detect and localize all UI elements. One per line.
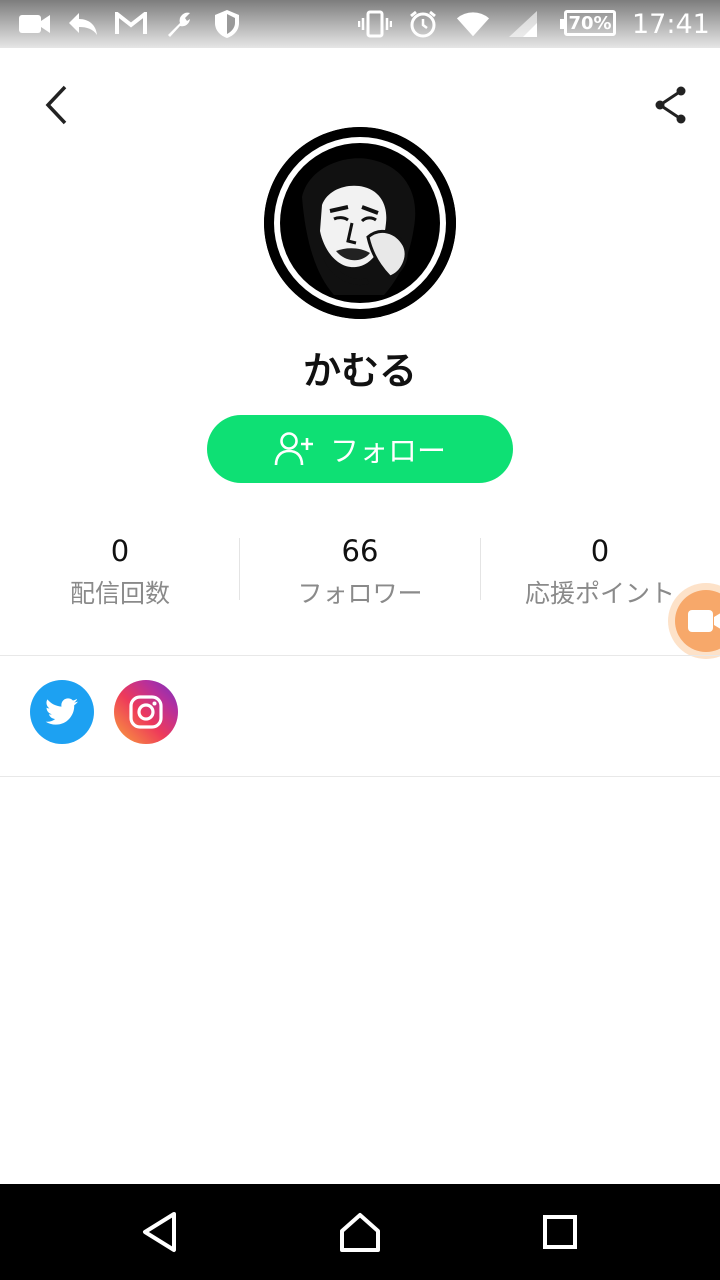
signal-icon [506, 8, 540, 40]
alarm-icon [406, 8, 440, 40]
nav-recents-button[interactable] [532, 1204, 588, 1260]
reply-icon [66, 8, 100, 40]
wifi-icon [456, 8, 490, 40]
twitter-button[interactable] [30, 680, 94, 744]
battery-icon: 70% [560, 10, 616, 36]
stat-label: フォロワー [297, 579, 423, 608]
vibrate-icon [358, 8, 392, 40]
gmail-icon [114, 8, 148, 40]
video-camera-icon [688, 610, 720, 632]
divider [0, 776, 720, 777]
share-button[interactable] [646, 80, 696, 130]
battery-level: 70% [568, 12, 612, 34]
back-button[interactable] [32, 80, 82, 130]
follow-label: フォロー [329, 434, 446, 468]
shield-icon [210, 8, 244, 40]
stat-value: 0 [110, 534, 130, 568]
instagram-icon [129, 695, 163, 729]
recents-icon [543, 1215, 577, 1249]
twitter-icon [45, 698, 78, 725]
follow-button[interactable]: フォロー [207, 415, 513, 483]
stat-label: 配信回数 [69, 579, 170, 608]
video-icon [18, 8, 52, 40]
share-icon [655, 86, 686, 124]
fab-inner [675, 590, 720, 652]
profile-name: かむる [302, 349, 417, 393]
stat-value: 66 [341, 534, 379, 568]
status-bar: 70% 17:41 [0, 0, 720, 48]
avatar [264, 127, 456, 319]
stat-value: 0 [590, 534, 610, 568]
avatar-image [264, 127, 456, 319]
add-user-icon [274, 432, 313, 466]
back-chevron-icon [45, 85, 67, 125]
stat-followers[interactable]: 66 フォロワー [240, 530, 480, 610]
stat-broadcasts[interactable]: 0 配信回数 [0, 530, 240, 610]
home-icon [340, 1213, 380, 1252]
nav-back-button[interactable] [132, 1204, 188, 1260]
wrench-icon [162, 8, 196, 40]
divider [0, 655, 720, 656]
system-nav-bar [0, 1184, 720, 1280]
instagram-button[interactable] [114, 680, 178, 744]
clock-time: 17:41 [632, 9, 710, 40]
back-triangle-icon [143, 1212, 176, 1252]
nav-home-button[interactable] [332, 1204, 388, 1260]
